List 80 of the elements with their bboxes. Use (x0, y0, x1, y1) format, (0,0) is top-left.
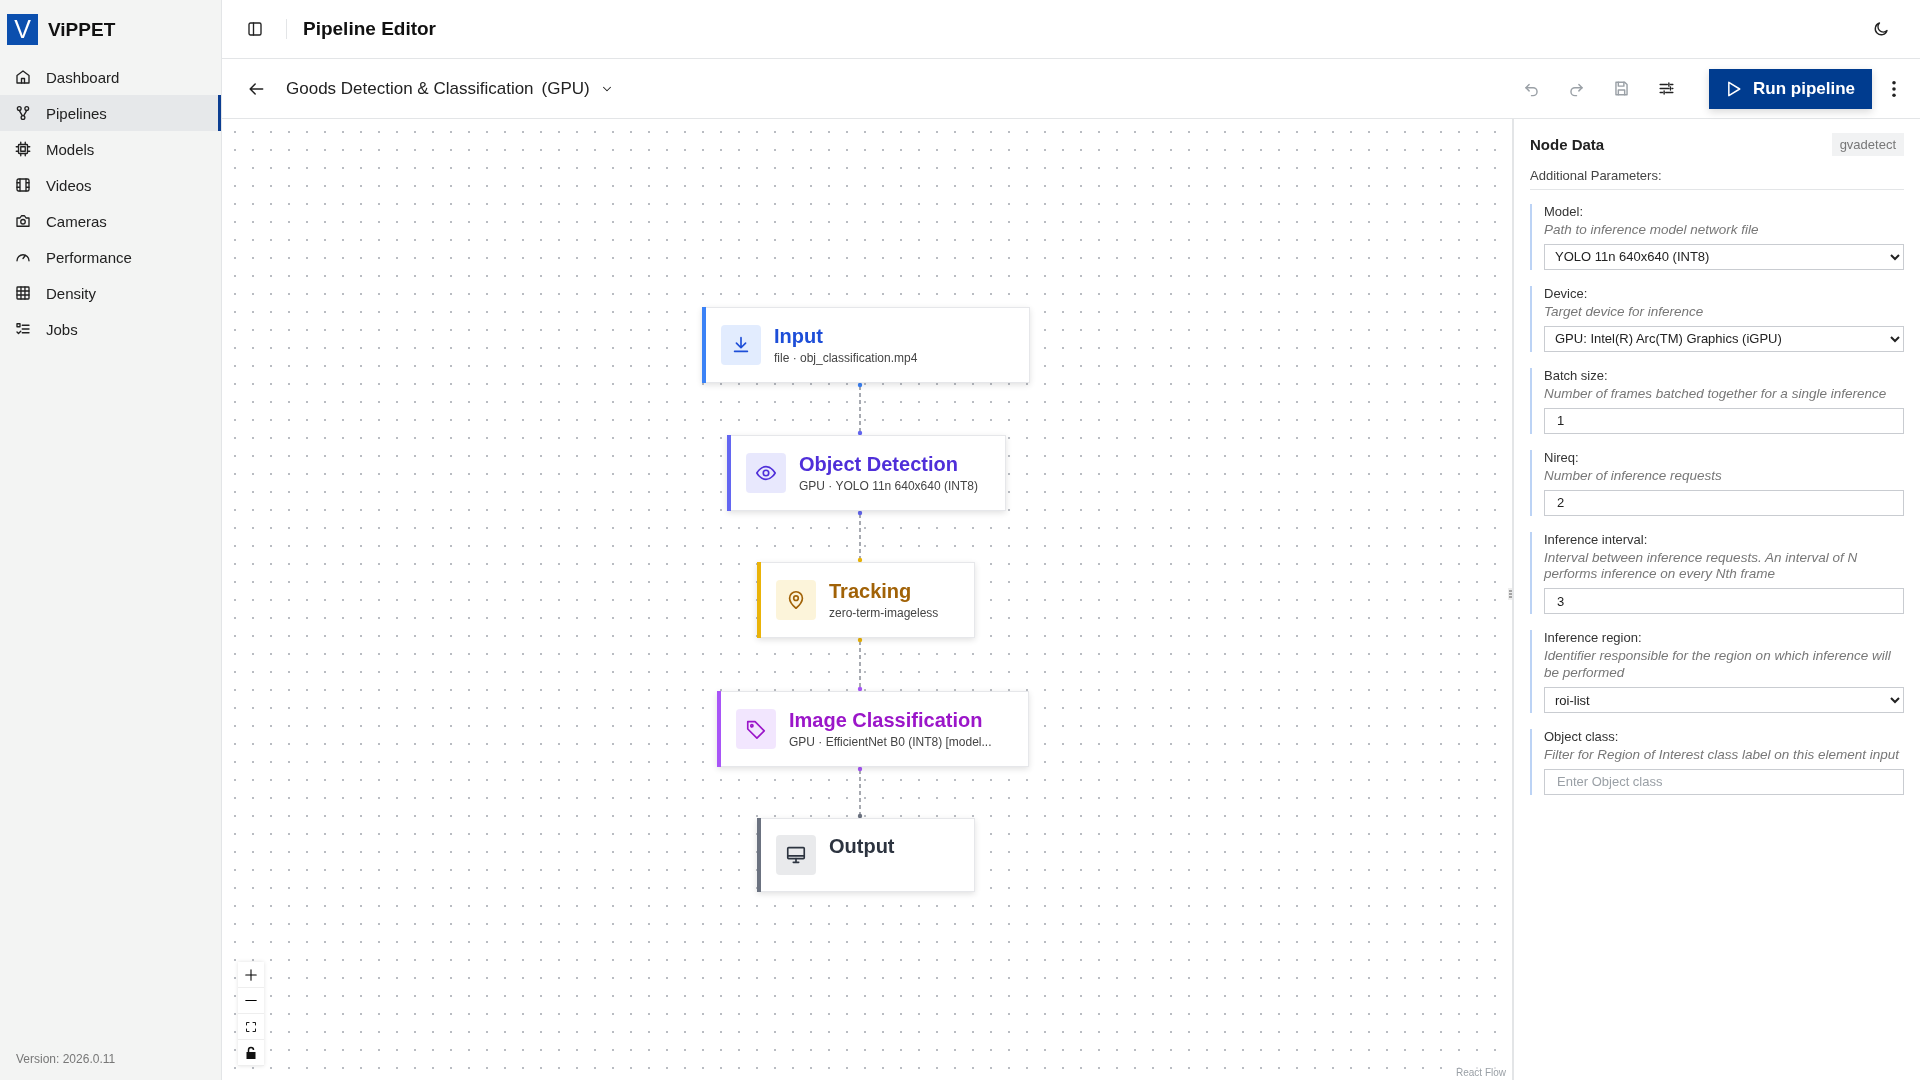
nav-item[interactable]: Density (0, 275, 221, 311)
input-field[interactable]: 3 (1544, 588, 1904, 615)
moon-icon (1872, 20, 1890, 38)
location-pin-icon (776, 580, 816, 620)
pipeline-node[interactable]: Output (757, 818, 975, 892)
nav-item[interactable]: Models (0, 131, 221, 167)
node-title: Object Detection (799, 453, 959, 476)
section-heading: Additional Parameters: (1530, 156, 1904, 190)
field-label: Nireq: (1544, 449, 1580, 465)
camera-icon (14, 212, 32, 230)
nav-item[interactable]: Performance (0, 239, 221, 275)
element-tag: gvadetect (1831, 133, 1904, 156)
field-label: Batch size: (1544, 367, 1609, 383)
input-field[interactable]: 2 (1544, 489, 1904, 516)
more-icon (1892, 80, 1896, 97)
chip-icon (14, 140, 32, 158)
edge-connector (857, 637, 863, 692)
node-title: Output (829, 835, 895, 858)
field-label: Device: (1544, 285, 1589, 301)
app-name: ViPPET (48, 18, 116, 41)
node-subtitle: file · obj_classification.mp4 (774, 351, 918, 365)
select-field[interactable]: roi-list (1544, 687, 1904, 713)
field-label: Inference interval: (1544, 531, 1649, 547)
node-title: Tracking (829, 580, 913, 603)
field-label: Inference region: (1544, 630, 1643, 646)
node-subtitle: zero-term-imageless (829, 606, 939, 620)
select-field[interactable]: YOLO 11n 640x640 (INT8) (1544, 243, 1904, 270)
input-field[interactable]: 1 (1544, 407, 1904, 434)
select-field[interactable]: GPU: Intel(R) Arc(TM) Graphics (iGPU) (1544, 325, 1904, 352)
field-label: Object class: (1544, 729, 1620, 744)
field-description: Number of frames batched together for a single inference (1544, 385, 1888, 403)
page-title: Pipeline Editor (303, 18, 437, 40)
field-description: Target device for inference (1544, 303, 1705, 321)
node-title: Input (774, 325, 824, 348)
plus-icon (244, 967, 258, 982)
film-icon (14, 176, 32, 194)
logo: V (7, 14, 38, 45)
field-description: Number of inference requests (1544, 467, 1723, 485)
field-description: Path to inference model network file (1544, 222, 1760, 239)
pipeline-node[interactable]: Tracking zero-term-imageless (757, 562, 975, 638)
zoom-in-button[interactable] (238, 962, 264, 988)
input-field[interactable]: Enter Object class (1544, 768, 1904, 795)
nav-item[interactable]: Pipelines (0, 95, 221, 131)
fit-view-icon (245, 1020, 257, 1033)
node-subtitle: GPU · YOLO 11n 640x640 (INT8) (799, 479, 978, 493)
panel-title: Node Data (1530, 136, 1605, 153)
edge-connector (857, 382, 863, 436)
edge-connector (857, 510, 863, 563)
grid-icon (14, 284, 32, 302)
pipeline-node[interactable]: Image Classification GPU · EfficientNet B0 (INT8) [model... (717, 691, 1029, 767)
nav-item[interactable]: Dashboard (0, 59, 221, 95)
minus-icon (244, 999, 258, 1002)
nav-item[interactable]: Videos (0, 167, 221, 203)
tag-icon (736, 709, 776, 749)
field-description: Identifier responsible for the region on which inference will be performed (1544, 648, 1892, 682)
fit-view-button[interactable] (238, 1014, 264, 1040)
nav-item[interactable]: Jobs (0, 311, 221, 347)
field-label: Model: (1544, 204, 1585, 219)
home-icon (14, 68, 32, 86)
run-pipeline-button[interactable]: Run pipeline (1709, 68, 1872, 109)
field-description: Filter for Region of Interest class label on this element input (1544, 747, 1901, 764)
sliders-icon (1657, 79, 1676, 98)
field-description: Interval between inference requests. An interval of N performs inference on every Nth frame (1544, 549, 1859, 584)
pipeline-name: Goods Detection & Classification (286, 78, 534, 99)
save-icon (1612, 79, 1631, 98)
nav-item[interactable]: Cameras (0, 203, 221, 239)
download-icon (721, 325, 761, 365)
version-text: Version: 2026.0.11 (15, 1052, 117, 1068)
node-subtitle: GPU · EfficientNet B0 (INT8) [model... (789, 735, 992, 749)
pipeline-device: (GPU) (541, 78, 590, 99)
sidebar-icon (246, 20, 264, 38)
node-title: Image Classification (789, 709, 984, 732)
branch-icon (14, 104, 32, 122)
pipeline-node[interactable]: Input file · obj_classification.mp4 (702, 307, 1030, 383)
pipeline-node[interactable]: Object Detection GPU · YOLO 11n 640x640 (INT8) (727, 435, 1006, 511)
monitor-icon (776, 835, 816, 875)
edge-connector (857, 766, 863, 819)
lock-icon (245, 1045, 257, 1060)
eye-icon (746, 453, 786, 493)
lock-button[interactable] (238, 1040, 264, 1066)
